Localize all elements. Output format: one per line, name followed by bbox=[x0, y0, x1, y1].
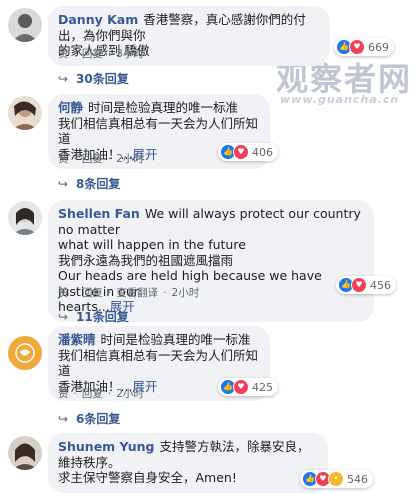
avatar[interactable] bbox=[8, 96, 42, 130]
reply-arrow-icon: ↪ bbox=[58, 412, 69, 426]
reaction-summary[interactable]: 👍 ♥ • 546 bbox=[300, 470, 373, 488]
like-link[interactable]: 赞 bbox=[58, 151, 69, 166]
comment-bubble: Shellen Fan We will always protect our co… bbox=[48, 200, 374, 322]
commenter-name[interactable]: Shunem Yung bbox=[58, 439, 154, 454]
commenter-name[interactable]: 潘紫晴 bbox=[58, 332, 96, 347]
commenter-name[interactable]: Shellen Fan bbox=[58, 206, 140, 221]
comment-text: 我们相信真相总有一天会为人们所知道 bbox=[58, 115, 259, 147]
heart-reaction-icon: ♥ bbox=[351, 277, 367, 293]
comment-actions: 赞 · 回复 · 2小时 bbox=[58, 386, 144, 401]
timestamp[interactable]: 3小时 bbox=[116, 46, 144, 61]
avatar[interactable] bbox=[8, 8, 42, 42]
comment-text: 我們永遠為我們的祖國遮風擋雨 bbox=[58, 252, 234, 268]
reaction-summary[interactable]: 👍 ♥ 456 bbox=[336, 276, 396, 294]
care-reaction-icon: • bbox=[328, 471, 344, 487]
like-link[interactable]: 赞 bbox=[58, 285, 69, 300]
reaction-count: 669 bbox=[368, 40, 389, 54]
reaction-count: 456 bbox=[370, 278, 391, 292]
view-replies-link[interactable]: ↪ 30条回复 bbox=[58, 70, 129, 87]
comment-bubble: Shunem Yung 支持警方執法，除暴安良，維持秩序。 求主保守警察自身安全，… bbox=[48, 433, 328, 493]
reply-arrow-icon: ↪ bbox=[58, 310, 69, 324]
reply-link[interactable]: 回复 bbox=[82, 151, 103, 166]
comment-text: 时间是检验真理的唯一标准 bbox=[88, 100, 239, 115]
watermark-url: www.guancha.cn bbox=[280, 93, 400, 106]
reaction-summary[interactable]: 👍 ♥ 669 bbox=[334, 38, 394, 56]
reaction-count: 425 bbox=[252, 380, 273, 394]
reply-arrow-icon: ↪ bbox=[58, 177, 69, 191]
heart-reaction-icon: ♥ bbox=[233, 144, 249, 160]
comment-actions: 赞 · 回复 · 3小时 bbox=[58, 46, 144, 61]
timestamp[interactable]: 2小时 bbox=[116, 151, 144, 166]
reaction-summary[interactable]: 👍 ♥ 406 bbox=[218, 143, 278, 161]
timestamp[interactable]: 2小时 bbox=[172, 285, 200, 300]
avatar[interactable] bbox=[8, 436, 42, 470]
comment-text: 求主保守警察自身安全，Amen! bbox=[58, 470, 237, 485]
reply-link[interactable]: 回复 bbox=[82, 46, 103, 61]
reaction-summary[interactable]: 👍 ♥ 425 bbox=[218, 378, 278, 396]
like-link[interactable]: 赞 bbox=[58, 46, 69, 61]
avatar[interactable] bbox=[8, 336, 42, 370]
reply-arrow-icon: ↪ bbox=[58, 72, 69, 86]
translate-link[interactable]: 查看翻译 bbox=[116, 285, 158, 300]
reaction-count: 406 bbox=[252, 145, 273, 159]
commenter-name[interactable]: 何静 bbox=[58, 100, 83, 115]
comment-actions: 赞 · 回复 · 查看翻译 · 2小时 bbox=[58, 285, 200, 300]
comment-text: 我们相信真相总有一天会为人们所知道 bbox=[58, 347, 259, 379]
heart-reaction-icon: ♥ bbox=[349, 39, 365, 55]
reply-link[interactable]: 回复 bbox=[82, 285, 103, 300]
like-link[interactable]: 赞 bbox=[58, 386, 69, 401]
comment-actions: 赞 · 回复 · 2小时 bbox=[58, 151, 144, 166]
heart-reaction-icon: ♥ bbox=[233, 379, 249, 395]
view-replies-link[interactable]: ↪ 6条回复 bbox=[58, 410, 120, 427]
view-replies-link[interactable]: ↪ 11条回复 bbox=[58, 308, 129, 325]
comment-text: 时间是检验真理的唯一标准 bbox=[100, 332, 251, 347]
view-replies-link[interactable]: ↪ 8条回复 bbox=[58, 175, 120, 192]
reply-link[interactable]: 回复 bbox=[82, 386, 103, 401]
comment-text: what will happen in the future bbox=[58, 237, 246, 252]
avatar[interactable] bbox=[8, 201, 42, 235]
commenter-name[interactable]: Danny Kam bbox=[58, 12, 138, 27]
reaction-count: 546 bbox=[347, 472, 368, 486]
timestamp[interactable]: 2小时 bbox=[116, 386, 144, 401]
